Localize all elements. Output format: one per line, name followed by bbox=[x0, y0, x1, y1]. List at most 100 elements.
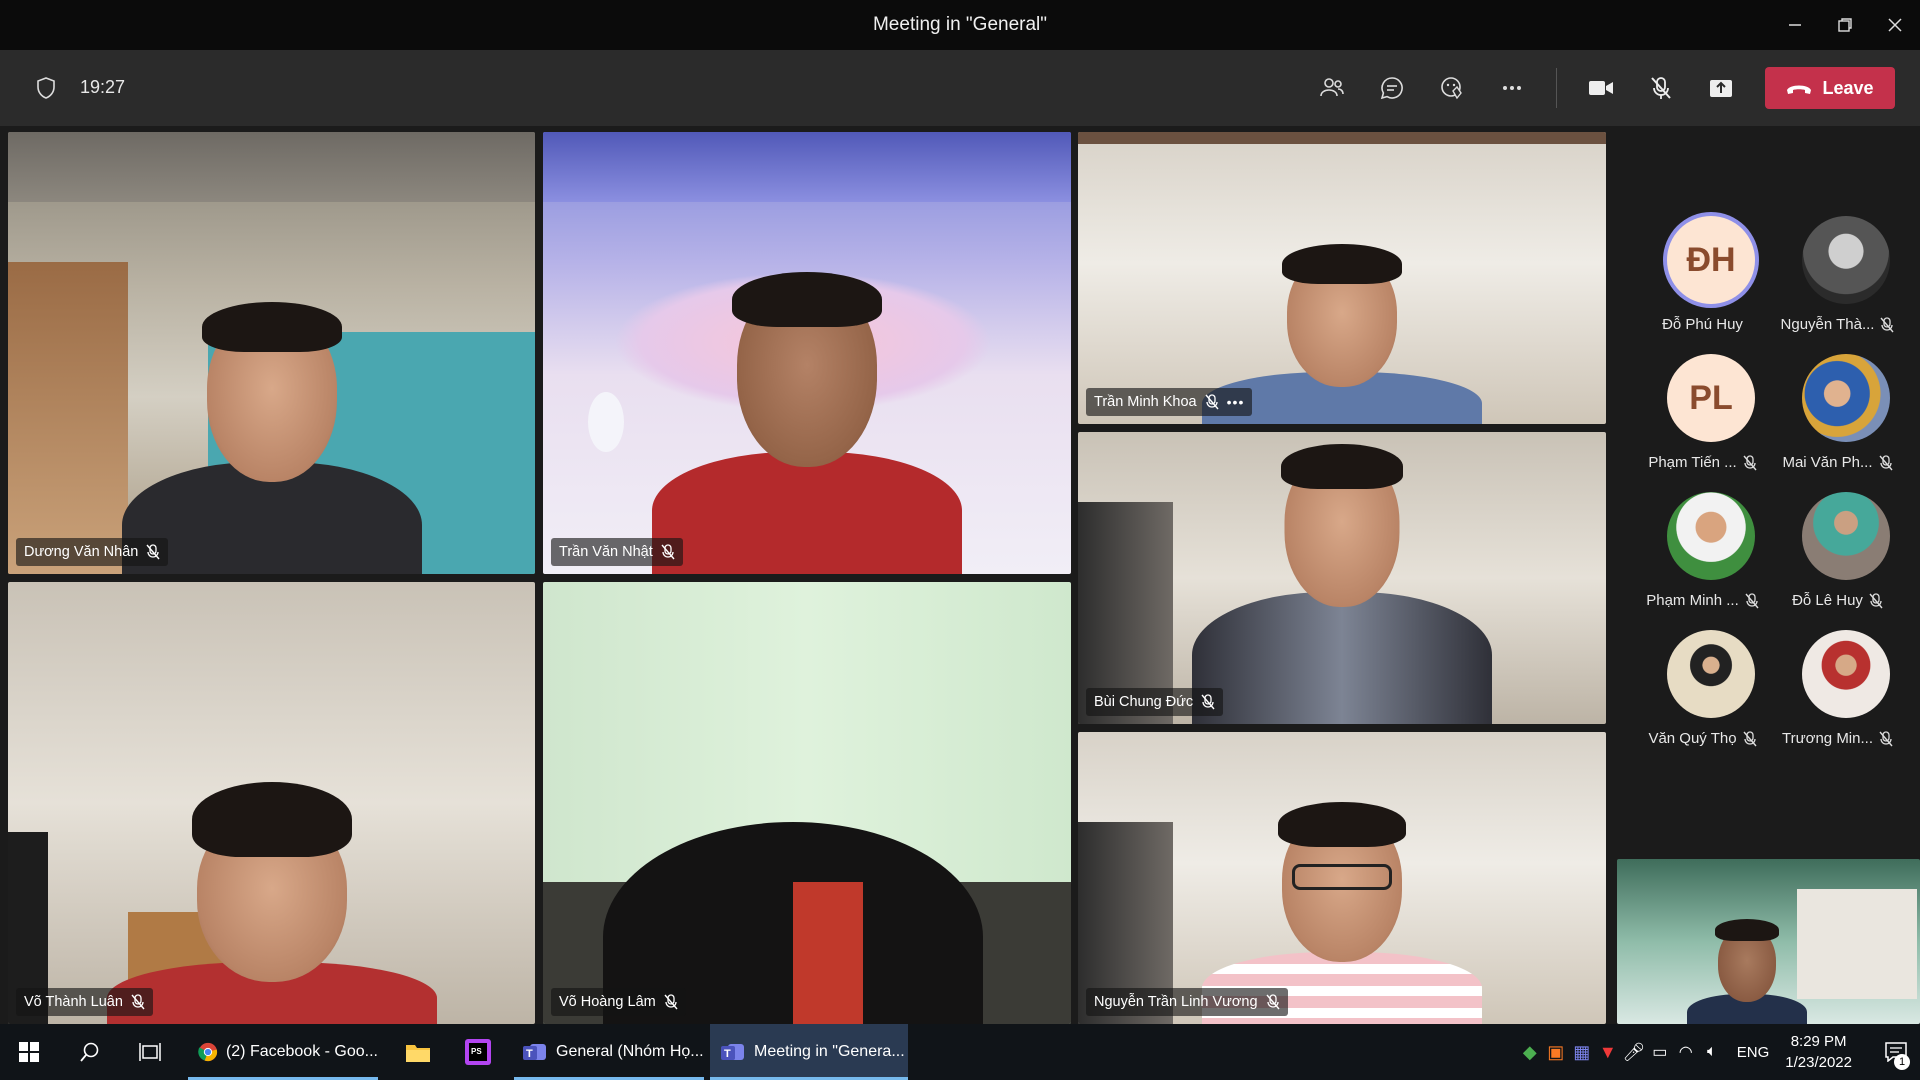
roster-participant[interactable]: ĐH Đỗ Phú Huy bbox=[1635, 216, 1770, 346]
mic-off-icon bbox=[1880, 316, 1895, 332]
video-tile[interactable]: Nguyễn Trần Linh Vương bbox=[1078, 732, 1606, 1024]
self-view-video[interactable] bbox=[1617, 859, 1920, 1024]
avatar bbox=[1667, 630, 1755, 718]
system-tray: ◆ ▣ ▦ ▼ 🎤︎ ▭ ◠ 🔈︎ ENG 8:29 PM 1/23/2022 … bbox=[1517, 1024, 1920, 1080]
leave-label: Leave bbox=[1822, 77, 1874, 98]
video-tile[interactable]: Trần Minh Khoa ••• bbox=[1078, 132, 1606, 424]
mic-off-icon bbox=[1201, 694, 1215, 710]
colorful-app-icon[interactable]: ◆ bbox=[1517, 1042, 1543, 1063]
restore-button[interactable] bbox=[1820, 0, 1870, 50]
people-icon bbox=[1320, 78, 1344, 97]
title-bar: Meeting in "General" bbox=[0, 0, 1920, 50]
windows-logo-icon bbox=[19, 1042, 39, 1062]
teams-icon: T bbox=[523, 1044, 546, 1060]
video-tile[interactable]: Dương Văn Nhân bbox=[8, 132, 535, 574]
mic-off-icon bbox=[661, 544, 675, 560]
participants-button[interactable] bbox=[1302, 64, 1362, 112]
avatar: PL bbox=[1667, 354, 1755, 442]
roster-participant[interactable]: Trương Min... bbox=[1770, 630, 1905, 760]
video-stage: Dương Văn Nhân Trần Văn Nhật Trần Minh K… bbox=[0, 126, 1920, 1024]
taskbar-item-label: Meeting in "Genera... bbox=[754, 1043, 905, 1060]
microphone-icon[interactable]: 🎤︎ bbox=[1621, 1042, 1647, 1063]
roster-name: Đỗ Phú Huy bbox=[1662, 316, 1743, 333]
video-tile[interactable]: Võ Thành Luân bbox=[8, 582, 535, 1024]
chrome-icon bbox=[198, 1042, 218, 1062]
windows-taskbar: (2) Facebook - Goo... PS T General (Nhóm… bbox=[0, 1024, 1920, 1080]
clock-date: 1/23/2022 bbox=[1785, 1054, 1852, 1071]
roster-participant[interactable]: Nguyễn Thà... bbox=[1770, 216, 1905, 346]
avatar bbox=[1802, 354, 1890, 442]
taskbar-file-explorer[interactable] bbox=[390, 1024, 446, 1080]
search-button[interactable] bbox=[62, 1024, 118, 1080]
share-icon bbox=[1710, 80, 1732, 97]
clock[interactable]: 8:29 PM 1/23/2022 bbox=[1785, 1031, 1852, 1073]
participant-name-tag: Trần Minh Khoa ••• bbox=[1086, 388, 1253, 416]
vivaldi-icon[interactable]: ▼ bbox=[1595, 1042, 1621, 1063]
roster-name: Văn Quý Thọ bbox=[1648, 730, 1737, 747]
chat-button[interactable] bbox=[1362, 64, 1422, 112]
more-button[interactable] bbox=[1482, 64, 1542, 112]
leave-button[interactable]: Leave bbox=[1765, 67, 1895, 109]
roster-participant[interactable]: Phạm Minh ... bbox=[1635, 492, 1770, 622]
mic-button[interactable] bbox=[1631, 64, 1691, 112]
taskbar-item-label: (2) Facebook - Goo... bbox=[225, 1043, 378, 1060]
battery-icon[interactable]: ▭ bbox=[1647, 1042, 1673, 1062]
participant-name-tag: Nguyễn Trần Linh Vương bbox=[1086, 988, 1288, 1016]
participant-name: Bùi Chung Đức bbox=[1094, 694, 1194, 710]
tile-more-icon[interactable]: ••• bbox=[1227, 394, 1245, 410]
folder-icon bbox=[406, 1045, 430, 1062]
roster-name: Đỗ Lê Huy bbox=[1792, 592, 1863, 609]
avatar bbox=[1667, 492, 1755, 580]
video-tile[interactable]: Bùi Chung Đức bbox=[1078, 432, 1606, 724]
video-tile[interactable]: Trần Văn Nhật bbox=[543, 132, 1071, 574]
task-view-button[interactable] bbox=[122, 1024, 178, 1080]
chat-icon bbox=[1380, 77, 1403, 100]
more-icon bbox=[1503, 86, 1521, 90]
reactions-button[interactable] bbox=[1422, 64, 1482, 112]
mic-off-icon bbox=[1651, 77, 1671, 99]
window-controls bbox=[1770, 0, 1920, 50]
close-button[interactable] bbox=[1870, 0, 1920, 50]
roster-participant[interactable]: Mai Văn Ph... bbox=[1770, 354, 1905, 484]
mic-off-icon bbox=[131, 994, 145, 1010]
taskbar-teams-meeting[interactable]: T Meeting in "Genera... bbox=[710, 1024, 908, 1080]
avatar bbox=[1802, 630, 1890, 718]
svg-text:T: T bbox=[724, 1048, 731, 1060]
roster-participant[interactable]: Văn Quý Thọ bbox=[1635, 630, 1770, 760]
camera-button[interactable] bbox=[1571, 64, 1631, 112]
avatar: ĐH bbox=[1667, 216, 1755, 304]
teams-tray-icon[interactable]: ▦ bbox=[1569, 1042, 1595, 1063]
volume-icon[interactable]: 🔈︎ bbox=[1699, 1043, 1725, 1061]
roster-participant[interactable]: Đỗ Lê Huy bbox=[1770, 492, 1905, 622]
mic-off-icon bbox=[664, 994, 678, 1010]
share-button[interactable] bbox=[1691, 64, 1751, 112]
notification-center-button[interactable]: 1 bbox=[1872, 1024, 1920, 1080]
taskbar-phpstorm[interactable]: PS bbox=[450, 1024, 506, 1080]
svg-text:T: T bbox=[526, 1048, 533, 1060]
video-tile[interactable]: Võ Hoàng Lâm bbox=[543, 582, 1071, 1024]
taskbar-chrome[interactable]: (2) Facebook - Goo... bbox=[188, 1024, 378, 1080]
roster-name: Trương Min... bbox=[1781, 730, 1873, 747]
language-indicator[interactable]: ENG bbox=[1737, 1044, 1770, 1061]
roster-name: Phạm Tiến ... bbox=[1648, 454, 1737, 471]
taskbar-teams-general[interactable]: T General (Nhóm Họ... bbox=[514, 1024, 704, 1080]
mic-off-icon bbox=[1879, 730, 1893, 746]
roster-participant[interactable]: PL Phạm Tiến ... bbox=[1635, 354, 1770, 484]
phpstorm-icon: PS bbox=[465, 1039, 491, 1065]
start-button[interactable] bbox=[0, 1024, 58, 1080]
mic-off-icon bbox=[1205, 394, 1219, 410]
teams-icon: T bbox=[721, 1044, 744, 1060]
participant-roster-panel: ĐH Đỗ Phú Huy Nguyễn Thà... PL Phạm Tiến… bbox=[1615, 126, 1920, 1024]
window-title: Meeting in "General" bbox=[872, 14, 1048, 35]
svg-text:PS: PS bbox=[471, 1047, 482, 1056]
meeting-toolbar: 19:27 Leave bbox=[0, 50, 1920, 126]
participant-name: Trần Văn Nhật bbox=[559, 544, 653, 560]
roster-name: Phạm Minh ... bbox=[1646, 592, 1739, 609]
xampp-icon[interactable]: ▣ bbox=[1543, 1042, 1569, 1063]
wifi-icon[interactable]: ◠ bbox=[1673, 1042, 1699, 1062]
minimize-button[interactable] bbox=[1770, 0, 1820, 50]
task-view-icon bbox=[139, 1043, 161, 1061]
participant-name: Võ Thành Luân bbox=[24, 994, 123, 1010]
roster-name: Nguyễn Thà... bbox=[1780, 316, 1875, 333]
mic-off-icon bbox=[1878, 454, 1893, 470]
